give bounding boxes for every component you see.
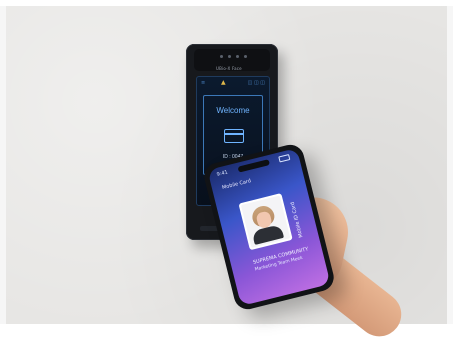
id-photo bbox=[238, 193, 293, 251]
welcome-text: Welcome bbox=[216, 106, 250, 115]
terminal-brand: UBio-X Face bbox=[216, 66, 242, 71]
camera-sensor bbox=[236, 55, 239, 58]
screen-status-text: ≡ bbox=[201, 80, 206, 86]
card-icon bbox=[224, 129, 244, 143]
right-edge-strip bbox=[446, 6, 453, 324]
warning-icon: ▲ bbox=[221, 79, 226, 86]
card-stripe bbox=[225, 133, 243, 135]
terminal-camera-panel: UBio-X Face bbox=[194, 49, 270, 71]
camera-sensor bbox=[228, 55, 231, 58]
phone-header: Mobile Card bbox=[221, 178, 252, 192]
status-icons: ◫ ◫ ◫ bbox=[247, 80, 265, 86]
battery-icon bbox=[278, 154, 291, 163]
phone-notch bbox=[237, 159, 271, 173]
phone-time: 9:41 bbox=[216, 169, 229, 178]
camera-sensor bbox=[220, 55, 223, 58]
camera-sensor bbox=[244, 55, 247, 58]
